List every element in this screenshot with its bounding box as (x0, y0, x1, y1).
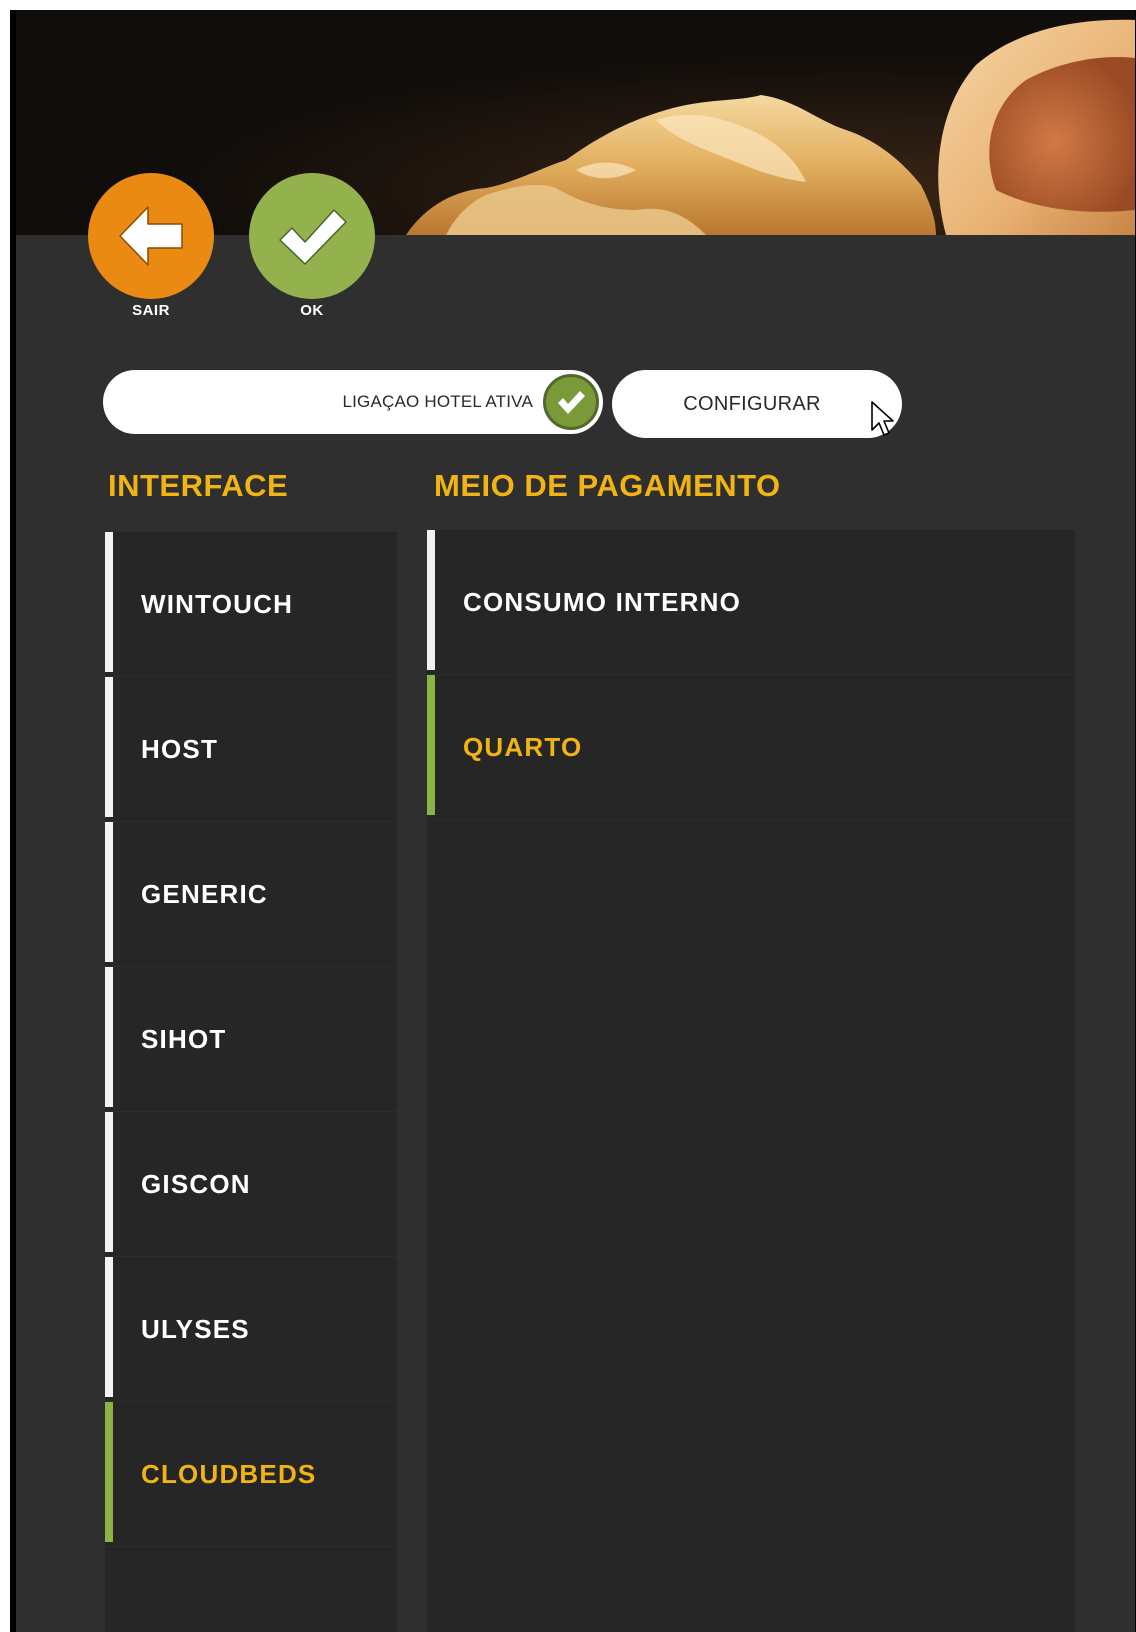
interface-item-ulyses[interactable]: ULYSES (105, 1257, 397, 1402)
mouse-pointer-icon (871, 401, 894, 436)
ok-button[interactable] (249, 173, 375, 299)
interface-item-host[interactable]: HOST (105, 677, 397, 822)
payment-section-title: MEIO DE PAGAMENTO (434, 468, 781, 503)
interface-item-label: SIHOT (141, 1023, 227, 1054)
interface-item-label: GENERIC (141, 878, 268, 909)
item-indicator (105, 677, 113, 817)
interface-item-generic[interactable]: GENERIC (105, 822, 397, 967)
item-indicator (105, 532, 113, 672)
item-indicator (105, 1112, 113, 1252)
payment-method-list: CONSUMO INTERNO QUARTO (427, 530, 1075, 1632)
interface-item-sihot[interactable]: SIHOT (105, 967, 397, 1112)
checkmark-icon (279, 209, 347, 265)
arrow-left-icon (119, 206, 183, 266)
interface-item-label: ULYSES (141, 1313, 250, 1344)
payment-item-quarto[interactable]: QUARTO (427, 675, 1075, 820)
item-indicator (427, 675, 435, 815)
interface-item-cloudbeds[interactable]: CLOUDBEDS (105, 1402, 397, 1547)
payment-item-label: CONSUMO INTERNO (463, 586, 741, 617)
back-button[interactable] (88, 173, 214, 299)
app-frame: SAIR OK LIGAÇAO HOTEL ATIVA CONFIGURAR I… (10, 10, 1136, 1632)
item-indicator (427, 530, 435, 670)
interface-item-label: WINTOUCH (141, 588, 294, 619)
app-content: SAIR OK LIGAÇAO HOTEL ATIVA CONFIGURAR I… (16, 10, 1135, 1632)
interface-section-title: INTERFACE (108, 468, 289, 503)
payment-item-label: QUARTO (463, 731, 583, 762)
item-indicator (105, 822, 113, 962)
interface-item-label: GISCON (141, 1168, 251, 1199)
interface-item-wintouch[interactable]: WINTOUCH (105, 532, 397, 677)
interface-list: WINTOUCH HOST GENERIC SIHOT GISCON ULYSE… (105, 532, 397, 1632)
hotel-connection-status: LIGAÇAO HOTEL ATIVA (103, 370, 603, 434)
item-indicator (105, 967, 113, 1107)
back-button-label: SAIR (132, 302, 170, 319)
item-indicator (105, 1402, 113, 1542)
configure-button[interactable]: CONFIGURAR (612, 370, 902, 438)
configure-button-label: CONFIGURAR (683, 392, 821, 415)
check-circle-icon (543, 374, 599, 430)
status-text: LIGAÇAO HOTEL ATIVA (342, 392, 533, 411)
payment-item-consumo-interno[interactable]: CONSUMO INTERNO (427, 530, 1075, 675)
interface-item-label: HOST (141, 733, 219, 764)
item-indicator (105, 1257, 113, 1397)
ok-button-label: OK (300, 302, 324, 319)
interface-item-giscon[interactable]: GISCON (105, 1112, 397, 1257)
interface-item-label: CLOUDBEDS (141, 1458, 317, 1489)
